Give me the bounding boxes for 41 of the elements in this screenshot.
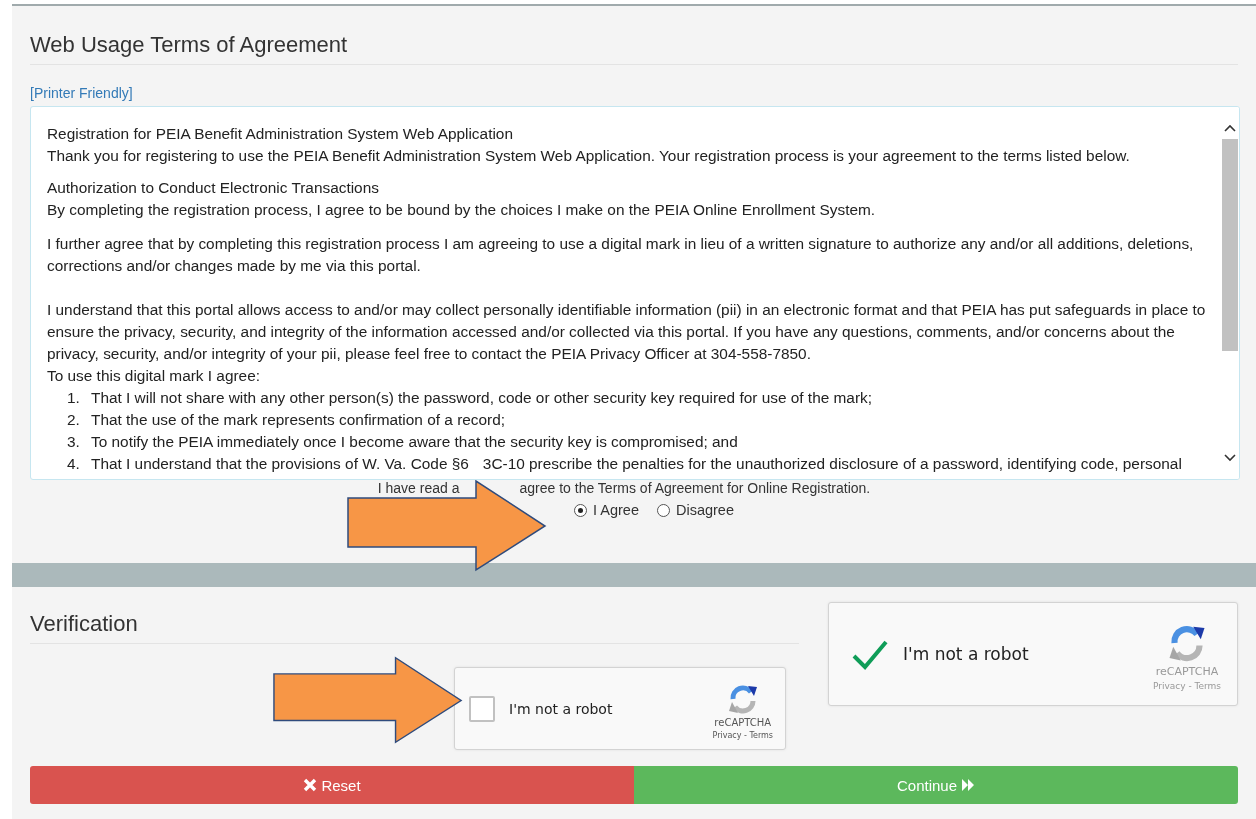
section-title: Verification: [30, 611, 799, 644]
terms-paragraph: I further agree that by completing this registration process I am agreeing to use a digital mark in lieu of a written signature to authorize any and/or all additions, deletions, corrections and/or changes made by me via this portal.: [47, 234, 1195, 276]
privacy-terms-links[interactable]: Privacy - Terms: [712, 731, 773, 740]
reset-button[interactable]: Reset: [30, 766, 634, 804]
scroll-down-icon: [1223, 453, 1237, 463]
radio-button[interactable]: [656, 503, 670, 517]
terms-paragraph: I understand that this portal allows access to and/or may collect personally identifiable information (pii) in an electronic format and that PEIA has put safeguards in place to ensure the privacy, security, and integrity of the information accessed and/or collected via this portal. If you have any questions, comments, and/or concerns about the privacy, security, and/or integrity of your pii, please feel free to contact the PEIA Privacy Officer at 304-558-7850.: [47, 300, 1207, 364]
list-item-text: That I understand that the provisions of W. Va. Code §6: [91, 454, 469, 474]
list-item-text: 3C-10 prescribe the penalties for the unauthorized disclosure of a password, identifying code, personal: [482, 454, 1182, 474]
list-item-text: That the use of the mark represents confirmation of a record;: [91, 410, 506, 430]
list-number: 4.: [67, 454, 81, 474]
captcha-brand: reCAPTCHA: [714, 717, 772, 728]
scrollbar-thumb[interactable]: [1222, 139, 1238, 351]
captcha-label: I'm not a robot: [509, 700, 613, 717]
terms-paragraph: By completing the registration process, I agree to be bound by the choices I make on the PEIA Online Enrollment System.: [47, 200, 877, 220]
radio-button[interactable]: [574, 503, 587, 517]
captcha-label: I'm not a robot: [903, 644, 1029, 664]
terms-heading: Authorization to Conduct Electronic Transactions: [47, 178, 380, 198]
terms-heading: Registration for PEIA Benefit Administration System Web Application: [47, 124, 514, 144]
agreement-statement: I have read a: [377, 480, 460, 496]
checkbox[interactable]: [469, 695, 495, 722]
list-number: 3.: [67, 432, 81, 452]
privacy-terms-links[interactable]: Privacy - Terms: [1152, 681, 1221, 691]
list-item-text: That I will not share with any other person(s) the password, code or other security key required for use of the mark;: [91, 388, 872, 408]
list-item-text: To notify the PEIA immediately once I become aware that the security key is compromised; and: [91, 432, 738, 452]
radio-option[interactable]: I Agree: [574, 502, 639, 518]
list-number: 1.: [67, 388, 81, 408]
scrollbar[interactable]: [1221, 107, 1239, 479]
continue-button[interactable]: Continue: [634, 766, 1238, 804]
recaptcha-logo-icon: [726, 683, 759, 715]
close-icon: [303, 778, 318, 792]
scroll-up-icon: [1223, 123, 1237, 133]
terms-paragraph: Thank you for registering to use the PEIA Benefit Administration System Web Application. Your registration process is your agreement to the terms listed below.: [47, 146, 1131, 166]
agreement-statement: agree to the Terms of Agreement for Online Registration.: [519, 480, 871, 496]
printer-friendly-link[interactable]: [Printer Friendly]: [30, 85, 133, 101]
list-intro: To use this digital mark I agree:: [47, 366, 261, 386]
fast-forward-icon: [961, 778, 975, 792]
captcha-brand: reCAPTCHA: [1155, 665, 1219, 678]
radio-option[interactable]: Disagree: [656, 502, 734, 518]
list-number: 2.: [67, 410, 81, 430]
section-title: Web Usage Terms of Agreement: [30, 32, 1238, 65]
